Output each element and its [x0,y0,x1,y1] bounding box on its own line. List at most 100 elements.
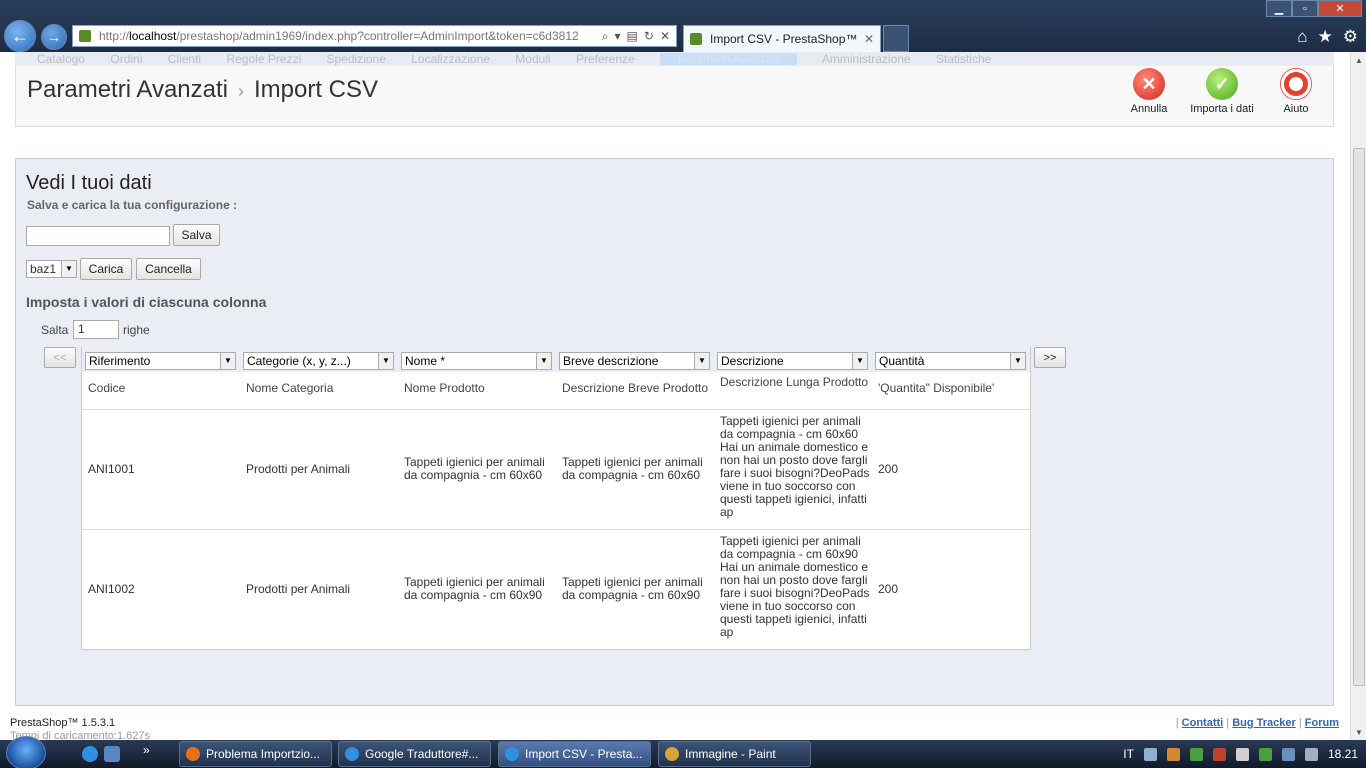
menu-item[interactable]: Localizzazione [411,53,490,65]
favorites-star-icon[interactable]: ★ [1318,27,1333,47]
address-bar[interactable]: http://localhost/prestashop/admin1969/in… [72,25,677,47]
column-header: 'Quantita" Disponibile' [878,381,995,395]
taskbar-item[interactable]: Google Traduttore#... [338,741,491,767]
config-name-input[interactable] [26,226,170,246]
menu-item[interactable]: Ordini [110,53,142,65]
select-value: Nome * [405,354,446,368]
monitor-icon[interactable] [1281,747,1295,761]
vertical-scrollbar[interactable]: ▲ ▼ [1350,52,1366,740]
menu-item[interactable]: Catalogo [37,53,85,65]
menu-item[interactable]: Regole Prezzi [226,53,301,65]
taskbar-item[interactable]: Immagine - Paint [658,741,811,767]
select-value: Quantità [879,354,925,368]
menu-item[interactable]: Moduli [515,53,550,65]
security-icon[interactable] [1166,747,1180,761]
volume-icon[interactable] [1235,747,1249,761]
taskbar-item-label: Import CSV - Presta... [525,747,643,761]
table-cell: Prodotti per Animali [246,582,351,596]
battery-icon[interactable] [1258,747,1272,761]
alert-icon[interactable] [1212,747,1226,761]
table-cell: Tappeti igienici per animali da compagni… [720,534,870,639]
maximize-button[interactable]: ▫ [1292,0,1318,17]
tab-import-csv[interactable]: Import CSV - PrestaShop™ ✕ [683,25,881,52]
back-arrow-icon[interactable]: ← [4,20,36,52]
scrollbar-thumb[interactable] [1353,148,1365,686]
table-cell: 200 [878,582,899,596]
refresh-icon[interactable]: ↻ [644,29,654,44]
compat-icon[interactable]: ▤ [627,29,638,44]
column-type-select[interactable]: Descrizione ▼ [717,352,868,370]
menu-item[interactable]: Clienti [168,53,201,65]
new-tab-button[interactable] [883,25,909,52]
column-type-select[interactable]: Nome * ▼ [401,352,552,370]
breadcrumb-separator: › [238,81,244,101]
table-cell: Tappeti igienici per animali da compagni… [720,414,870,519]
column-type-select[interactable]: Breve descrizione ▼ [559,352,710,370]
taskbar-item-active[interactable]: Import CSV - Presta... [498,741,651,767]
column-type-select[interactable]: Categorie (x, y, z...) ▼ [243,352,394,370]
bug-tracker-link[interactable]: Bug Tracker [1232,717,1296,729]
footer-version: PrestaShop™ 1.5.3.1 [10,717,116,729]
internet-explorer-icon [505,747,519,761]
select-value: Riferimento [89,354,151,368]
import-label: Importa i dati [1190,103,1254,115]
minimize-button[interactable]: ▁ [1266,0,1292,17]
home-icon[interactable]: ⌂ [1297,27,1307,47]
column-type-select[interactable]: Riferimento ▼ [85,352,236,370]
search-icon[interactable]: ⌕ [602,29,609,44]
chevron-down-icon: ▼ [61,261,76,277]
config-select-value: baz1 [30,262,57,276]
menu-item[interactable]: Statistiche [936,53,991,65]
start-button[interactable] [6,736,46,768]
config-select[interactable]: baz1 ▼ [26,260,77,278]
windows-taskbar: » Problema Importzio... Google Traduttor… [0,736,1366,768]
import-data-button[interactable]: ✓ Importa i dati [1187,68,1257,115]
taskbar-item[interactable]: Problema Importzio... [179,741,332,767]
chevron-down-icon: ▼ [220,353,235,369]
stop-icon[interactable]: ✕ [660,29,670,44]
load-button[interactable]: Carica [80,258,132,280]
footer-separator: | [1175,717,1179,729]
footer-links: | Contatti | Bug Tracker | Forum [1176,717,1339,729]
skip-rows-input[interactable]: 1 [73,320,119,339]
device-icon[interactable] [1304,747,1318,761]
cancel-button[interactable]: ✕ Annulla [1129,68,1169,115]
quick-launch-more-icon[interactable]: » [143,743,159,759]
next-columns-button[interactable]: >> [1034,347,1066,368]
menu-item[interactable]: Spedizione [327,53,386,65]
table-cell: Prodotti per Animali [246,462,351,476]
prev-columns-button[interactable]: << [44,347,76,368]
tab-title: Import CSV - PrestaShop™ [710,32,858,46]
forward-arrow-icon[interactable]: → [41,24,67,50]
breadcrumb-parent[interactable]: Parametri Avanzati [27,76,228,103]
chevron-down-icon: ▼ [1010,353,1025,369]
menu-item-active[interactable]: Parametri Avanzati [660,53,797,65]
dropdown-icon[interactable]: ▾ [615,29,621,44]
forum-link[interactable]: Forum [1305,717,1339,729]
contacts-link[interactable]: Contatti [1182,717,1224,729]
internet-explorer-icon[interactable] [82,746,98,762]
scroll-down-icon[interactable]: ▼ [1351,724,1366,740]
tray-arrow-icon[interactable] [1143,747,1157,761]
import-panel: Vedi I tuoi dati Salva e carica la tua c… [15,158,1334,706]
scroll-up-icon[interactable]: ▲ [1351,52,1366,68]
menu-item[interactable]: Amministrazione [822,53,911,65]
show-desktop-icon[interactable] [104,746,120,762]
clock[interactable]: 18.21 [1328,747,1358,761]
column-type-select[interactable]: Quantità ▼ [875,352,1026,370]
table-cell: 200 [878,462,899,476]
help-button[interactable]: Aiuto [1278,68,1314,115]
language-indicator[interactable]: IT [1123,747,1134,761]
window-close-button[interactable]: ✕ [1318,0,1362,17]
columns-title: Imposta i valori di ciascuna colonna [26,294,267,310]
gear-icon[interactable]: ⚙ [1343,27,1358,47]
network-icon[interactable] [1189,747,1203,761]
close-icon[interactable]: ✕ [864,32,880,46]
table-cell: Tappeti igienici per animali da compagni… [562,455,703,482]
panel-title: Vedi I tuoi dati [26,172,152,194]
menu-item[interactable]: Preferenze [576,53,635,65]
delete-button[interactable]: Cancella [136,258,201,280]
select-value: Breve descrizione [563,354,659,368]
save-button[interactable]: Salva [173,224,220,246]
column-header: Codice [88,381,126,395]
